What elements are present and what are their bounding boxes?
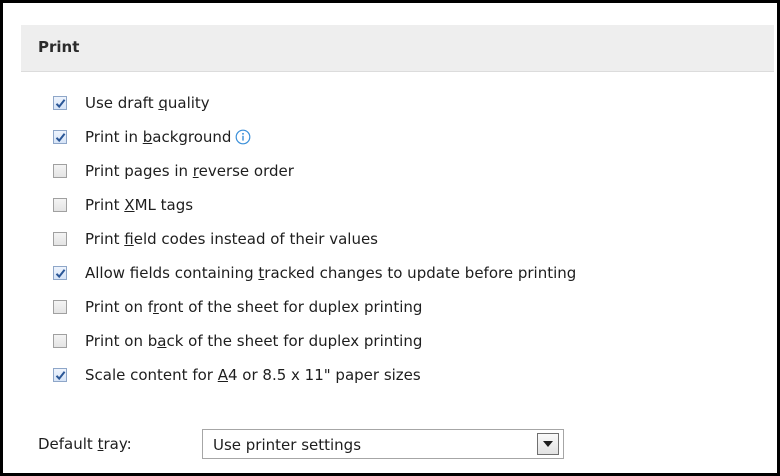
option-label: Print pages in reverse order — [85, 162, 294, 180]
option-label: Print on front of the sheet for duplex p… — [85, 298, 423, 316]
option-scale-content[interactable]: Scale content for A4 or 8.5 x 11" paper … — [53, 364, 421, 386]
default-tray-label: Default tray: — [38, 435, 132, 453]
default-tray-row: Default tray: Use printer settings — [38, 429, 564, 459]
checkmark-icon — [55, 98, 65, 108]
option-label: Print in background — [85, 128, 232, 146]
checkbox[interactable] — [53, 96, 67, 110]
section-title: Print — [38, 38, 80, 56]
option-print-pages-in-reverse-order[interactable]: Print pages in reverse order — [53, 160, 294, 182]
checkbox[interactable] — [53, 130, 67, 144]
option-print-xml-tags[interactable]: Print XML tags — [53, 194, 193, 216]
checkbox[interactable] — [53, 368, 67, 382]
option-use-draft-quality[interactable]: Use draft quality — [53, 92, 210, 114]
option-label: Print field codes instead of their value… — [85, 230, 378, 248]
checkbox[interactable] — [53, 300, 67, 314]
option-print-on-front[interactable]: Print on front of the sheet for duplex p… — [53, 296, 422, 318]
option-label: Use draft quality — [85, 94, 210, 112]
checkbox[interactable] — [53, 198, 67, 212]
checkmark-icon — [55, 370, 65, 380]
option-label: Print on back of the sheet for duplex pr… — [85, 332, 423, 350]
option-allow-fields-tracked-changes[interactable]: Allow fields containing tracked changes … — [53, 262, 576, 284]
option-label: Scale content for A4 or 8.5 x 11" paper … — [85, 366, 421, 384]
option-print-on-back[interactable]: Print on back of the sheet for duplex pr… — [53, 330, 422, 352]
default-tray-select[interactable]: Use printer settings — [202, 429, 564, 459]
chevron-down-icon — [543, 441, 553, 447]
options-dialog-panel: Print Use draft quality Print in backgro… — [0, 0, 780, 476]
checkbox[interactable] — [53, 232, 67, 246]
option-label: Allow fields containing tracked changes … — [85, 264, 577, 282]
select-value: Use printer settings — [213, 436, 362, 454]
checkbox[interactable] — [53, 164, 67, 178]
dropdown-button[interactable] — [537, 433, 559, 455]
checkmark-icon — [55, 268, 65, 278]
checkbox[interactable] — [53, 334, 67, 348]
checkmark-icon — [55, 132, 65, 142]
option-print-in-background[interactable]: Print in background — [53, 126, 251, 148]
checkbox[interactable] — [53, 266, 67, 280]
option-print-field-codes[interactable]: Print field codes instead of their value… — [53, 228, 378, 250]
option-label: Print XML tags — [85, 196, 194, 214]
info-icon[interactable] — [235, 129, 251, 145]
section-header: Print — [21, 25, 774, 72]
